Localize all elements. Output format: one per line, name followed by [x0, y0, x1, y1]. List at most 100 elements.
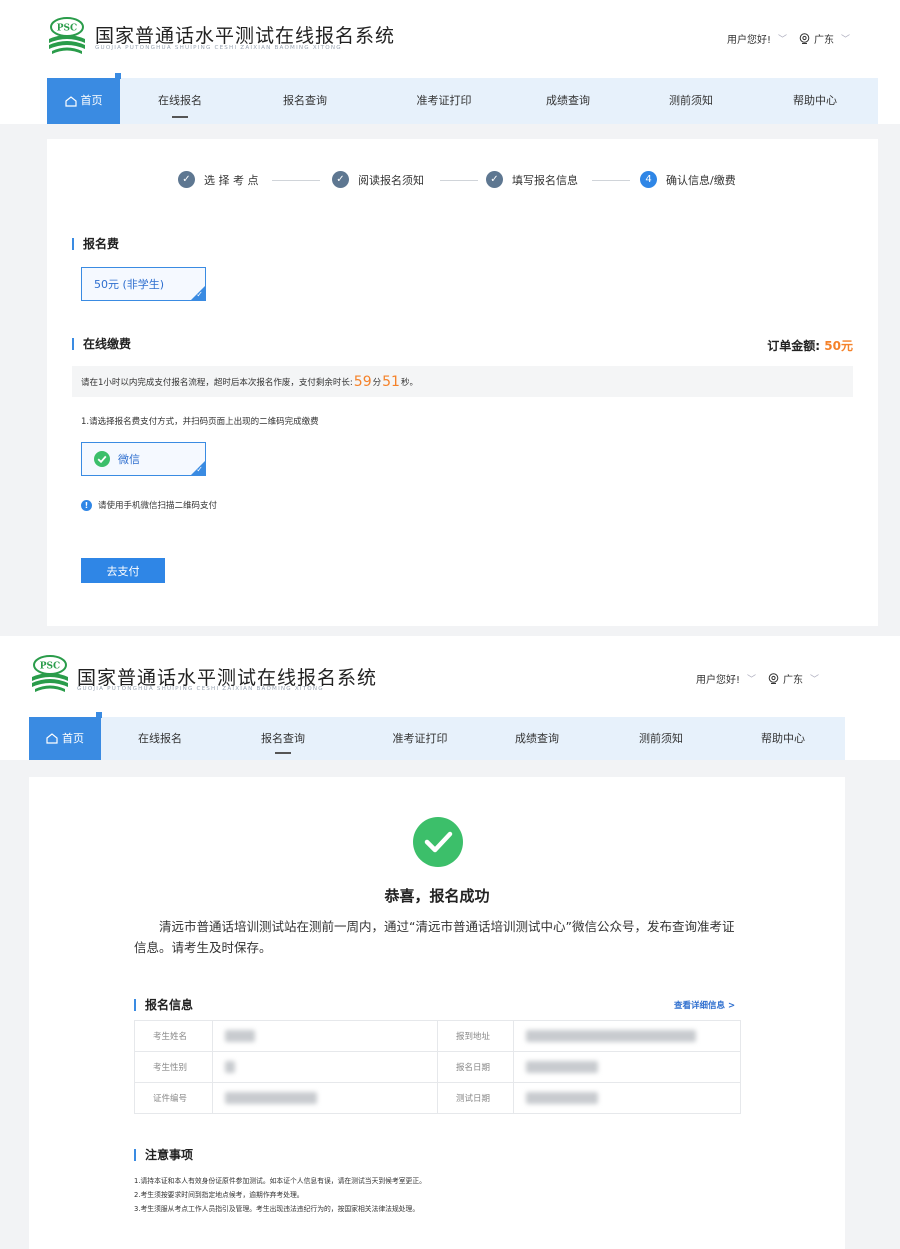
check-icon: ✓	[332, 171, 349, 188]
timer-notice-text: 请在1小时以内完成支付报名流程，超时后本次报名作废，支付剩余时长:	[81, 377, 353, 388]
registration-info-title: 报名信息	[134, 999, 193, 1011]
step-connector	[440, 180, 478, 181]
value-gender	[212, 1051, 438, 1083]
progress-steps: ✓ 选 择 考 点 ✓ 阅读报名须知 ✓ 填写报名信息 4 确认信息/缴费	[47, 171, 878, 191]
value-address	[513, 1020, 741, 1052]
step-connector	[592, 180, 630, 181]
countdown-minutes: 59	[353, 373, 372, 390]
nav-item-score-query[interactable]: 成绩查询	[530, 78, 606, 124]
redacted-value	[225, 1061, 235, 1073]
nav-home-label: 首页	[62, 732, 84, 745]
success-card: 恭喜，报名成功 清远市普通话培训测试站在测前一周内，通过“清远市普通话培训测试中…	[29, 777, 845, 1249]
success-description: 清远市普通话培训测试站在测前一周内，通过“清远市普通话培训测试中心”微信公众号，…	[134, 919, 735, 955]
order-total-label: 订单金额:	[767, 339, 821, 353]
value-id-number	[212, 1082, 438, 1114]
payment-screen: PSC 国家普通话水平测试在线报名系统 GUOJIA PUTONGHUA SHU…	[0, 0, 900, 636]
check-icon: ✓	[178, 171, 195, 188]
user-greeting[interactable]: 用户您好!	[727, 31, 771, 46]
scan-hint-text: 请使用手机微信扫描二维码支付	[98, 501, 218, 511]
nav-item-registration-query[interactable]: 报名查询	[267, 78, 343, 124]
user-area: 用户您好! ﹀ 广东 ﹀	[727, 31, 850, 46]
psc-logo: PSC	[49, 17, 85, 54]
step-2: ✓ 阅读报名须知	[332, 171, 424, 188]
pay-button[interactable]: 去支付	[81, 558, 165, 583]
label-address: 报到地址	[437, 1020, 514, 1052]
step-label: 选 择 考 点	[204, 173, 259, 187]
table-row: 证件编号 测试日期	[134, 1082, 741, 1114]
table-row: 考生性别 报名日期	[134, 1051, 741, 1083]
wechat-pay-option[interactable]: 微信 ✓	[81, 442, 206, 476]
success-screen: PSC 国家普通话水平测试在线报名系统 GUOJIA PUTONGHUA SHU…	[0, 636, 900, 1249]
main-nav: 首页 在线报名 报名查询 准考证打印 成绩查询 测前须知 帮助中心	[29, 712, 845, 760]
step-1: ✓ 选 择 考 点	[178, 171, 259, 188]
countdown-seconds: 51	[382, 373, 400, 390]
table-row: 考生姓名 报到地址	[134, 1020, 741, 1052]
step-label: 阅读报名须知	[358, 173, 424, 187]
success-check-icon	[413, 817, 463, 867]
logo-text: PSC	[57, 24, 77, 34]
step-3: ✓ 填写报名信息	[486, 171, 578, 188]
label-registration-date: 报名日期	[437, 1051, 514, 1083]
nav-item-pretest-notice[interactable]: 测前须知	[623, 717, 699, 760]
location-label: 广东	[783, 675, 804, 686]
location-selector[interactable]: 广东 ﹀	[799, 31, 850, 46]
registration-info-table: 考生姓名 报到地址 考生性别 报名日期 证件编号 测试日期	[134, 1020, 741, 1114]
label-gender: 考生性别	[134, 1051, 213, 1083]
nav-item-online-registration[interactable]: 在线报名	[122, 717, 198, 760]
seconds-unit: 秒。	[400, 377, 418, 388]
redacted-value	[526, 1030, 696, 1042]
home-icon	[46, 733, 58, 744]
check-icon: ✓	[196, 465, 203, 474]
chevron-down-icon: ﹀	[841, 35, 851, 45]
wechat-icon	[94, 451, 110, 467]
check-icon: ✓	[196, 290, 203, 299]
nav-item-home[interactable]: 首页	[29, 712, 102, 760]
success-title: 恭喜，报名成功	[384, 887, 490, 905]
payment-section-title: 在线缴费	[72, 338, 131, 350]
value-test-date	[513, 1082, 741, 1114]
check-icon: ✓	[486, 171, 503, 188]
label-id-number: 证件编号	[134, 1082, 213, 1114]
site-title: 国家普通话水平测试在线报名系统	[95, 25, 396, 47]
value-registration-date	[513, 1051, 741, 1083]
info-icon: !	[81, 499, 92, 511]
order-total: 订单金额: 50元	[767, 337, 853, 354]
location-selector[interactable]: 广东 ﹀	[768, 671, 819, 686]
scan-hint: ! 请使用手机微信扫描二维码支付	[81, 499, 217, 511]
nav-item-help-center[interactable]: 帮助中心	[745, 717, 821, 760]
redacted-value	[225, 1030, 255, 1042]
nav-item-admission-print[interactable]: 准考证打印	[375, 717, 465, 760]
nav-item-pretest-notice[interactable]: 测前须知	[653, 78, 729, 124]
notes-list: 1.请持本证和本人有效身份证原件参加测试。如本证个人信息有误，请在测试当天到候考…	[134, 1174, 426, 1216]
step-4: 4 确认信息/缴费	[640, 171, 736, 188]
fee-option[interactable]: 50元 (非学生) ✓	[81, 267, 206, 301]
redacted-value	[526, 1061, 598, 1073]
nav-item-admission-print[interactable]: 准考证打印	[399, 78, 489, 124]
chevron-down-icon[interactable]: ﹀	[747, 672, 756, 685]
step-number: 4	[640, 171, 657, 188]
redacted-value	[526, 1092, 598, 1104]
payment-card: ✓ 选 择 考 点 ✓ 阅读报名须知 ✓ 填写报名信息 4 确认信息/缴费 报名费 50…	[47, 139, 878, 626]
site-subtitle: GUOJIA PUTONGHUA SHUIPING CESHI ZAIXIAN …	[77, 686, 324, 692]
logo-text: PSC	[40, 662, 60, 672]
note-item: 3.考生须服从考点工作人员指引及管理。考生出现违法违纪行为的，按国家相关法律法规…	[134, 1205, 420, 1213]
chevron-down-icon: ﹀	[810, 675, 820, 685]
nav-item-help-center[interactable]: 帮助中心	[777, 78, 853, 124]
home-icon	[64, 95, 77, 107]
nav-item-home[interactable]: 首页	[47, 73, 121, 124]
nav-item-score-query[interactable]: 成绩查询	[499, 717, 575, 760]
view-details-link[interactable]: 查看详细信息 >	[674, 999, 735, 1011]
minutes-unit: 分	[372, 377, 382, 388]
step-label: 填写报名信息	[512, 173, 578, 187]
psc-logo: PSC	[32, 655, 68, 692]
nav-item-online-registration[interactable]: 在线报名	[142, 78, 218, 124]
pay-method-label: 微信	[118, 453, 140, 466]
notes-title: 注意事项	[134, 1149, 193, 1161]
chevron-down-icon[interactable]: ﹀	[778, 32, 787, 45]
user-greeting[interactable]: 用户您好!	[696, 671, 740, 686]
payment-timer-notice: 请在1小时以内完成支付报名流程，超时后本次报名作废，支付剩余时长: 59 分 5…	[72, 366, 853, 397]
nav-item-registration-query[interactable]: 报名查询	[245, 717, 321, 760]
fee-option-label: 50元 (非学生)	[94, 278, 165, 291]
location-pin-icon	[799, 32, 810, 44]
note-item: 1.请持本证和本人有效身份证原件参加测试。如本证个人信息有误，请在测试当天到候考…	[134, 1177, 426, 1185]
